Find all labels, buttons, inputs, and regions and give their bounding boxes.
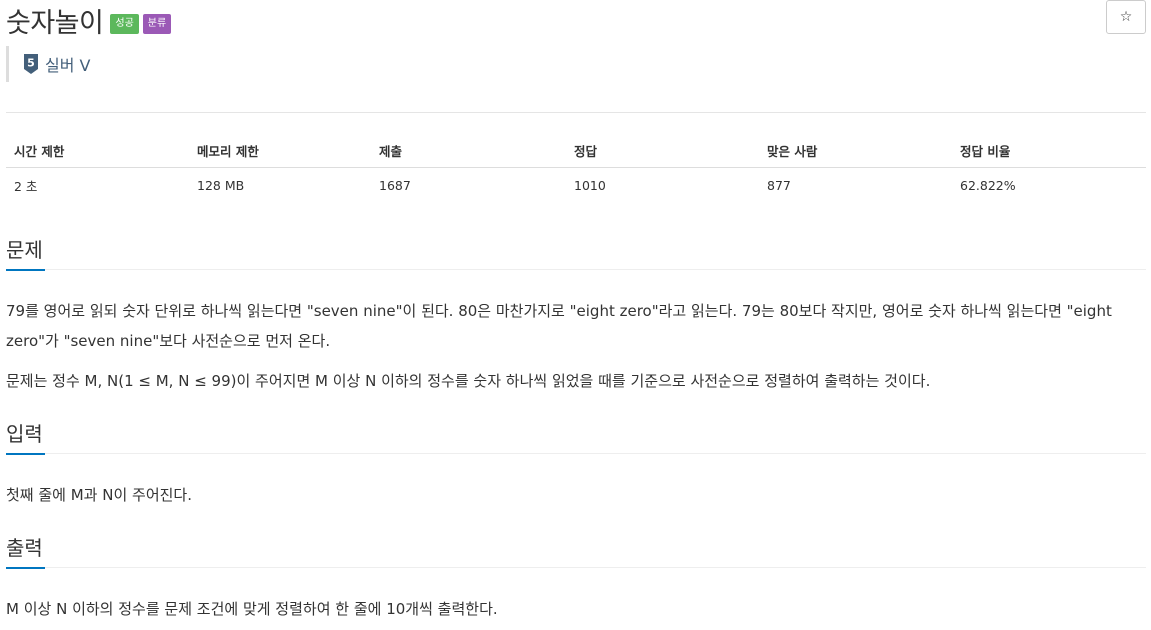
solved-users-value[interactable]: 877	[759, 167, 952, 203]
star-icon: ☆	[1119, 9, 1133, 25]
header-submissions: 제출	[371, 134, 566, 168]
title-row: 숫자놀이 성공 분류	[6, 2, 172, 39]
header-accepted: 정답	[566, 134, 759, 168]
ratio-value: 62.822%	[960, 177, 1016, 193]
star-button[interactable]: ☆	[1106, 0, 1146, 34]
input-section-header: 입력	[6, 418, 1146, 455]
problem-section-title: 문제	[6, 235, 45, 271]
silver-tier-icon: 5	[24, 54, 38, 74]
header-time-limit: 시간 제한	[6, 134, 189, 168]
tag-badge[interactable]: 분류	[142, 14, 172, 34]
problem-info-table: 시간 제한 메모리 제한 제출 정답 맞은 사람 정답 비율 2 초 128 M…	[6, 134, 1146, 203]
page-title: 숫자놀이	[6, 7, 104, 39]
table-header-row: 시간 제한 메모리 제한 제출 정답 맞은 사람 정답 비율	[6, 134, 1146, 168]
tier-level: 5	[27, 57, 35, 70]
submissions-value[interactable]: 1687	[371, 167, 566, 203]
problem-section-header: 문제	[6, 234, 1146, 271]
header-memory-limit: 메모리 제한	[189, 134, 371, 168]
table-row: 2 초 128 MB 1687 1010 877 62.822%	[6, 167, 1146, 203]
time-limit-value: 2 초	[14, 178, 38, 194]
tier-row: 5 실버 V	[6, 46, 90, 82]
input-section-title: 입력	[6, 419, 45, 455]
output-section-title: 출력	[6, 533, 45, 569]
output-description: M 이상 N 이하의 정수를 문제 조건에 맞게 정렬하여 한 줄에 10개씩 …	[6, 600, 498, 618]
output-section-header: 출력	[6, 532, 1146, 569]
divider	[6, 112, 1146, 113]
header-solved-users: 맞은 사람	[759, 134, 952, 168]
problem-description-paragraph: 79를 영어로 읽되 숫자 단위로 하나씩 읽는다면 "seven nine"이…	[6, 302, 1112, 350]
tier-label[interactable]: 실버 V	[45, 52, 90, 76]
accepted-value[interactable]: 1010	[566, 167, 759, 203]
header-ratio: 정답 비율	[952, 134, 1146, 168]
success-badge: 성공	[110, 14, 139, 34]
problem-description-paragraph: 문제는 정수 M, N(1 ≤ M, N ≤ 99)이 주어지면 M 이상 N …	[6, 372, 931, 390]
memory-limit-value: 128 MB	[197, 177, 245, 193]
input-description: 첫째 줄에 M과 N이 주어진다.	[6, 486, 193, 504]
